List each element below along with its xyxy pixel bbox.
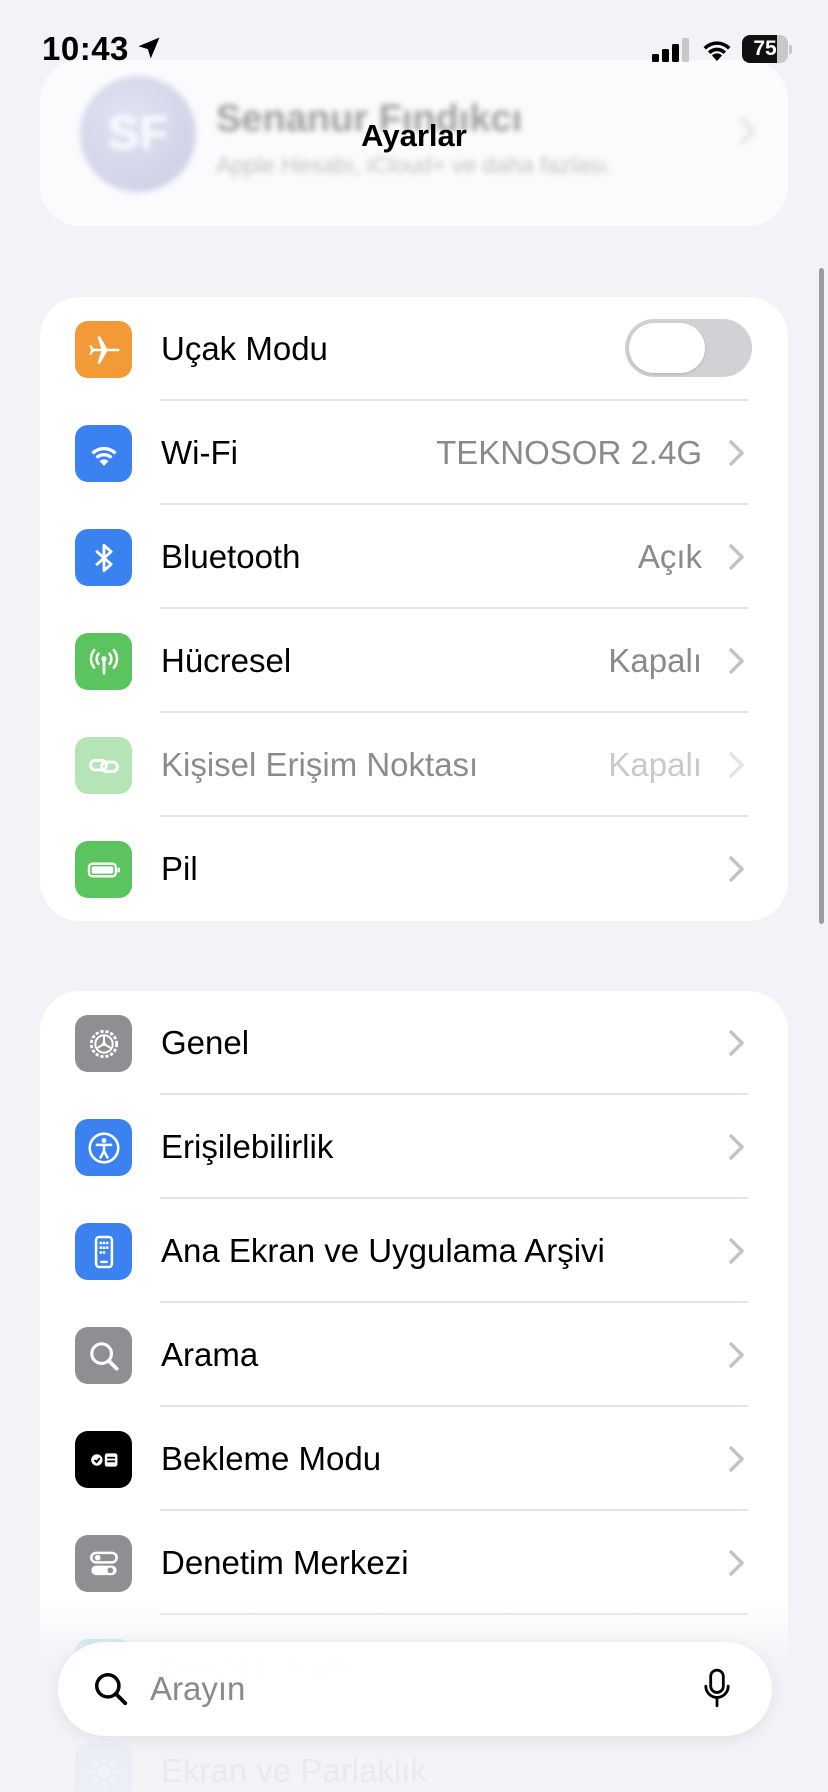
chevron-right-icon [729,1134,744,1160]
brightness-icon [75,1743,132,1792]
chevron-right-icon [729,1030,744,1056]
search-input[interactable] [150,1642,650,1736]
settings-row-value: TEKNOSOR 2.4G [436,434,702,471]
settings-row-label: Pil [161,850,198,887]
settings-row-airplane-mode[interactable]: Uçak Modu [40,297,788,401]
settings-row-search[interactable]: Arama [40,1303,788,1407]
search-bar[interactable] [58,1642,772,1736]
settings-row-wifi[interactable]: Wi-Fi TEKNOSOR 2.4G [40,401,788,505]
settings-row-value: Açık [637,538,702,575]
settings-row-accessibility[interactable]: Erişilebilirlik [40,1095,788,1199]
chevron-right-icon [729,752,744,778]
settings-row-label: Uçak Modu [161,330,328,367]
chevron-right-icon [729,1446,744,1472]
settings-row-label: Ana Ekran ve Uygulama Arşivi [161,1232,605,1269]
settings-row-label: Bekleme Modu [161,1440,382,1477]
standby-icon [75,1431,132,1488]
chevron-right-icon [729,544,744,570]
gear-icon [75,1015,132,1072]
home-screen-icon [75,1223,132,1280]
settings-row-value: Kapalı [608,642,702,679]
settings-row-value: Kapalı [608,746,702,783]
settings-row-bluetooth[interactable]: Bluetooth Açık [40,505,788,609]
settings-row-control-center[interactable]: Denetim Merkezi [40,1511,788,1615]
status-time: 10:43 [42,30,129,67]
settings-row-personal-hotspot[interactable]: Kişisel Erişim Noktası Kapalı [40,713,788,817]
settings-row-general[interactable]: Genel [40,991,788,1095]
settings-row-cellular[interactable]: Hücresel Kapalı [40,609,788,713]
location-arrow-icon [138,37,160,59]
battery-icon: 75 [742,35,792,63]
chevron-right-icon [729,1550,744,1576]
cellular-signal-icon [652,38,689,62]
connectivity-group: Uçak Modu Wi-Fi TEKNOSOR 2.4G Bluetooth … [40,297,788,921]
chevron-right-icon [729,648,744,674]
battery-icon [75,841,132,898]
settings-row-standby[interactable]: Bekleme Modu [40,1407,788,1511]
airplane-icon [75,321,132,378]
chevron-right-icon [729,440,744,466]
settings-row-label: Bluetooth [161,538,301,575]
chevron-right-icon [729,1342,744,1368]
battery-percent: 75 [753,37,777,60]
bluetooth-icon [75,529,132,586]
accessibility-icon [75,1119,132,1176]
chevron-right-icon [729,856,744,882]
settings-row-battery[interactable]: Pil [40,817,788,921]
scrollbar[interactable] [819,268,824,924]
settings-row-label: Hücresel [161,642,292,679]
settings-row-home-screen[interactable]: Ana Ekran ve Uygulama Arşivi [40,1199,788,1303]
search-icon [95,1673,128,1706]
antenna-icon [75,633,132,690]
account-subtitle: Apple Hesabı, iCloud+ ve daha fazlası. [216,152,613,178]
settings-row-label: Denetim Merkezi [161,1544,409,1581]
settings-row-label: Arama [161,1336,259,1373]
page-title: Ayarlar [361,118,467,153]
wifi-status-icon [703,41,731,61]
settings-row-label: Erişilebilirlik [161,1128,334,1165]
link-icon [75,737,132,794]
airplane-mode-toggle[interactable] [625,319,752,377]
search-icon [75,1327,132,1384]
microphone-icon[interactable] [702,1668,732,1710]
settings-row-label: Kişisel Erişim Noktası [161,746,479,783]
wifi-icon [75,425,132,482]
settings-row-label: Wi-Fi [161,434,238,471]
control-center-icon [75,1535,132,1592]
settings-row-label: Genel [161,1024,250,1061]
chevron-right-icon [729,1238,744,1264]
status-bar: 10:43 75 [0,0,828,100]
